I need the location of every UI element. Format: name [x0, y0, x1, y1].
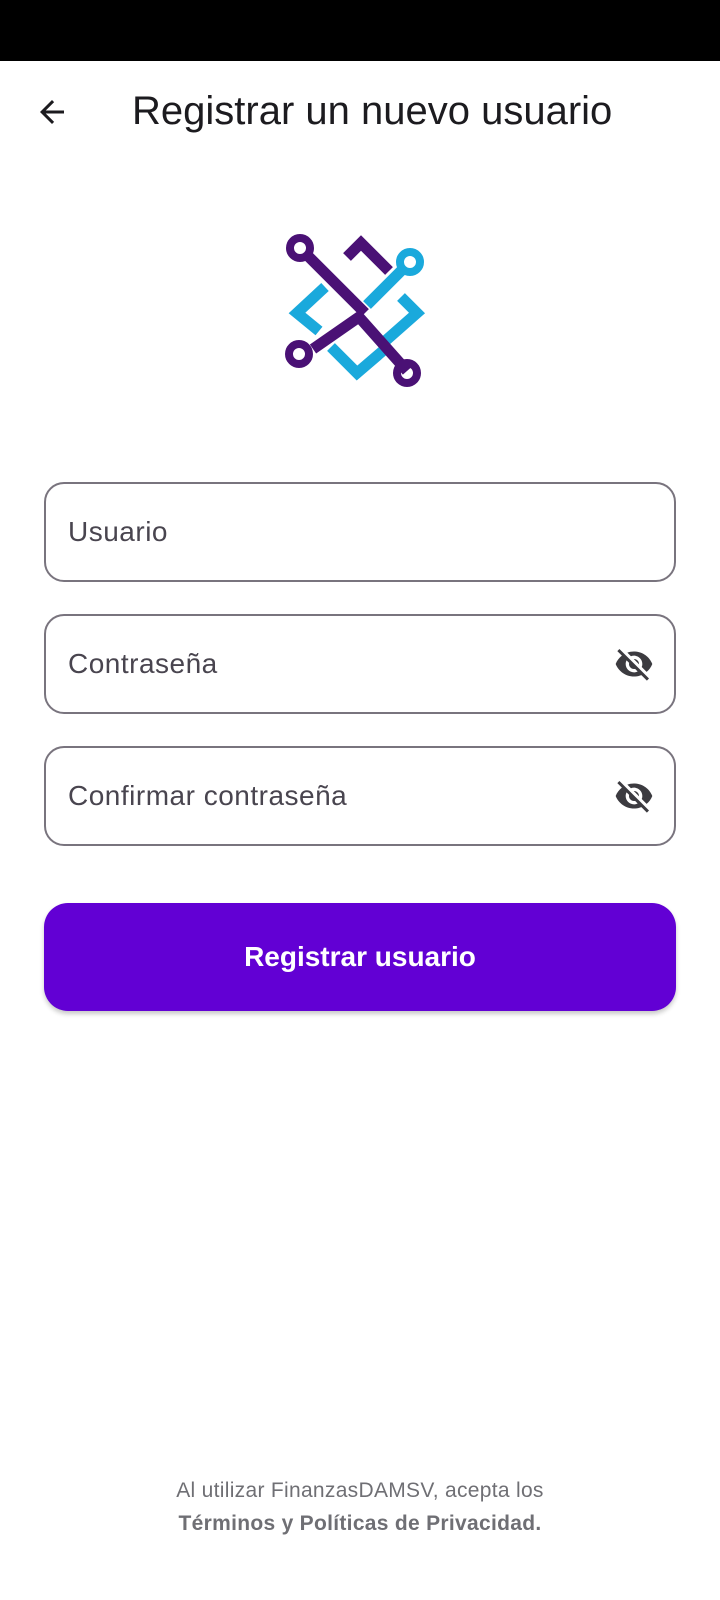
- finanzas-logo-icon: [285, 234, 426, 387]
- confirm-password-visibility-toggle[interactable]: [612, 776, 656, 816]
- status-bar: [0, 0, 720, 61]
- terms-footer: Al utilizar FinanzasDAMSV, acepta los Té…: [0, 1474, 720, 1540]
- visibility-off-icon: [615, 781, 653, 813]
- confirm-password-field[interactable]: [44, 746, 676, 846]
- page-title: Registrar un nuevo usuario: [132, 89, 613, 133]
- visibility-off-icon: [615, 649, 653, 681]
- confirm-password-input[interactable]: [68, 748, 588, 844]
- password-visibility-toggle[interactable]: [612, 644, 656, 684]
- username-field[interactable]: [44, 482, 676, 582]
- terms-text: Al utilizar FinanzasDAMSV, acepta los: [176, 1479, 544, 1502]
- password-field[interactable]: [44, 614, 676, 714]
- back-button[interactable]: [26, 86, 78, 138]
- app-bar: Registrar un nuevo usuario: [0, 61, 720, 161]
- terms-link[interactable]: Términos y Políticas de Privacidad.: [179, 1507, 542, 1540]
- password-input[interactable]: [68, 616, 588, 712]
- arrow-back-icon: [40, 100, 64, 124]
- app-logo: [285, 233, 435, 395]
- username-input[interactable]: [68, 484, 588, 580]
- register-button[interactable]: Registrar usuario: [44, 903, 676, 1011]
